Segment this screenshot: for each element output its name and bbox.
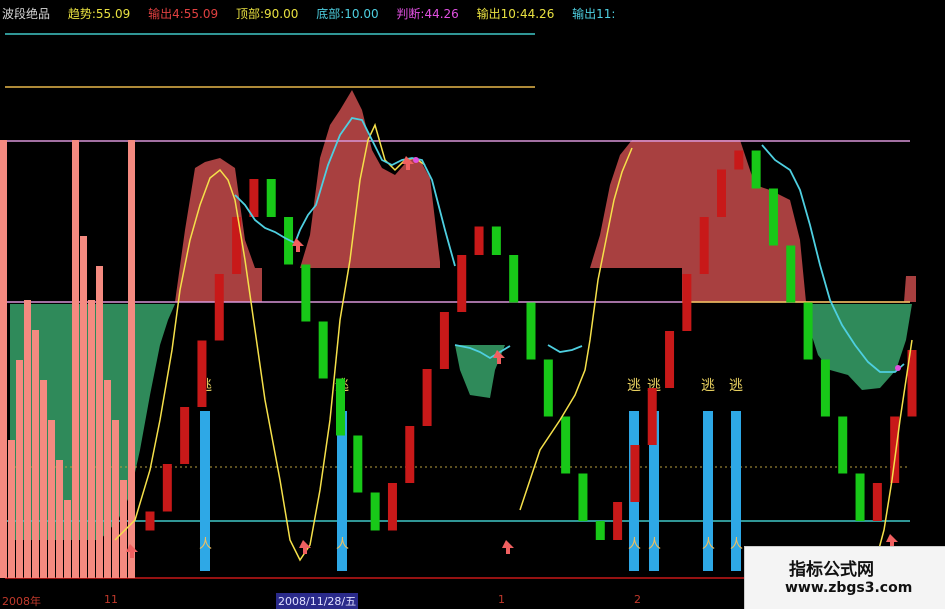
output11-value: 输出11: bbox=[572, 7, 616, 21]
salmon-bar bbox=[56, 460, 63, 578]
candle-down bbox=[855, 473, 865, 521]
salmon-bar bbox=[24, 300, 31, 578]
candle-up bbox=[699, 217, 709, 274]
escape-label: 逃 bbox=[701, 378, 715, 394]
candle-down bbox=[578, 473, 588, 521]
candle-up bbox=[734, 150, 744, 170]
watermark: 指标公式网 www.zbgs3.com bbox=[744, 546, 945, 609]
candle-up bbox=[457, 255, 467, 312]
candle-up bbox=[439, 312, 449, 369]
x-label-11: 11 bbox=[104, 593, 118, 606]
red-area-4 bbox=[904, 276, 916, 302]
watermark-title: 指标公式网 bbox=[789, 560, 874, 580]
salmon-bar bbox=[72, 140, 79, 578]
salmon-bar bbox=[128, 140, 135, 578]
salmon-bar bbox=[80, 236, 87, 578]
salmon-bar bbox=[48, 420, 55, 578]
salmon-bar bbox=[0, 140, 7, 578]
indicator-header: 波段绝品 趋势:55.09 输出4:55.09 顶部:90.00 底部:10.0… bbox=[2, 5, 629, 23]
candle-down bbox=[370, 492, 380, 531]
running-man-icon: 人 bbox=[648, 537, 661, 552]
salmon-bar bbox=[88, 300, 95, 578]
candle-up bbox=[665, 331, 675, 388]
candle-down bbox=[595, 521, 605, 540]
candle-down bbox=[803, 302, 813, 360]
red-area-2 bbox=[300, 90, 440, 268]
escape-signals: 逃人逃人逃人逃人逃人逃人 bbox=[198, 378, 743, 571]
running-man-icon: 人 bbox=[628, 537, 641, 552]
candle-up bbox=[872, 483, 882, 521]
salmon-bar bbox=[32, 330, 39, 578]
salmon-bar bbox=[40, 380, 47, 578]
salmon-bar bbox=[104, 380, 111, 578]
salmon-bar bbox=[112, 420, 119, 578]
candle-down bbox=[526, 302, 536, 360]
candle-up bbox=[214, 274, 224, 341]
candle-down bbox=[266, 179, 276, 217]
candles bbox=[145, 150, 917, 540]
candle-down bbox=[318, 321, 328, 379]
candle-up bbox=[197, 340, 207, 407]
candle-up bbox=[890, 416, 900, 483]
output10-value: 输出10:44.26 bbox=[476, 7, 555, 21]
candle-up bbox=[474, 226, 484, 255]
x-label-2: 2 bbox=[634, 593, 641, 606]
candle-down bbox=[543, 359, 553, 417]
x-label-date: 2008/11/28/五 bbox=[276, 593, 359, 609]
candle-down bbox=[353, 435, 363, 493]
candle-up bbox=[682, 274, 692, 331]
candle-down bbox=[336, 378, 345, 436]
judge-value: 判断:44.26 bbox=[396, 7, 459, 21]
indicator-chart: 逃人逃人逃人逃人逃人逃人 bbox=[0, 33, 945, 579]
candle-up bbox=[613, 502, 623, 540]
watermark-url: www.zbgs3.com bbox=[785, 580, 913, 596]
escape-label: 逃 bbox=[627, 378, 641, 394]
candle-up bbox=[630, 445, 640, 502]
candle-up bbox=[405, 426, 415, 483]
top-value: 顶部:90.00 bbox=[235, 7, 299, 21]
candle-down bbox=[491, 226, 501, 255]
cyan-line-3 bbox=[547, 344, 583, 353]
candle-up bbox=[422, 369, 432, 426]
x-label-2008: 2008年 bbox=[2, 595, 41, 608]
output4-value: 输出4:55.09 bbox=[148, 7, 219, 21]
candle-down bbox=[820, 359, 830, 417]
indicator-name: 波段绝品 bbox=[2, 7, 51, 21]
running-man-icon: 人 bbox=[336, 537, 349, 552]
salmon-bar bbox=[64, 500, 71, 578]
trend-value: 趋势:55.09 bbox=[67, 7, 131, 21]
candle-down bbox=[751, 150, 761, 189]
escape-label: 逃 bbox=[729, 378, 743, 394]
salmon-bar bbox=[8, 440, 15, 578]
candle-down bbox=[561, 416, 571, 474]
running-man-icon: 人 bbox=[730, 537, 743, 552]
running-man-icon: 人 bbox=[702, 537, 715, 552]
salmon-bar bbox=[16, 360, 23, 578]
candle-down bbox=[301, 264, 311, 322]
bottom-value: 底部:10.00 bbox=[316, 7, 379, 21]
candle-up bbox=[647, 388, 657, 445]
salmon-bar bbox=[96, 266, 103, 578]
candle-up bbox=[387, 483, 397, 531]
candle-down bbox=[509, 255, 519, 303]
candle-up bbox=[180, 407, 190, 464]
candle-up bbox=[145, 511, 155, 531]
candle-up bbox=[249, 179, 259, 217]
candle-down bbox=[838, 416, 848, 474]
x-label-1: 1 bbox=[498, 593, 505, 606]
candle-up bbox=[162, 464, 172, 512]
running-man-icon: 人 bbox=[199, 537, 212, 552]
candle-down bbox=[786, 245, 796, 303]
candle-up bbox=[717, 169, 726, 217]
candle-down bbox=[768, 188, 778, 246]
